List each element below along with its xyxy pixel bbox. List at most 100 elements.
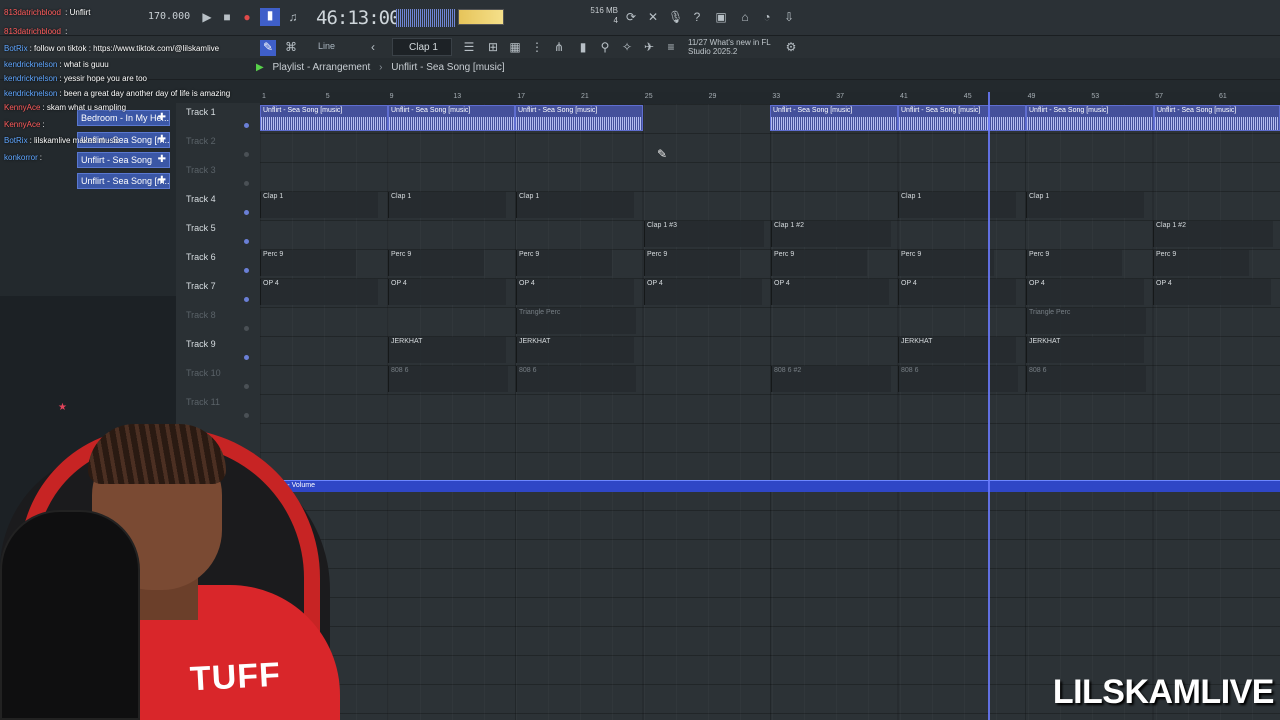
pattern-clip[interactable]: Perc 9 <box>260 250 356 276</box>
download-icon[interactable]: ⇩ <box>782 10 796 24</box>
chat-icon[interactable]: ◔ <box>760 10 774 24</box>
mixer-icon[interactable]: ⊞ <box>486 40 500 54</box>
save-icon[interactable]: ▣ <box>714 10 728 24</box>
track-mute-toggle[interactable] <box>244 268 249 273</box>
pattern-clip[interactable]: Clap 1 <box>516 192 634 218</box>
pattern-clip[interactable]: Perc 9 <box>771 250 867 276</box>
close-icon[interactable]: ✕ <box>646 10 660 24</box>
track-name[interactable]: Track 7 <box>186 281 216 291</box>
pattern-clip[interactable]: OP 4 <box>1026 279 1144 305</box>
pattern-clip[interactable]: OP 4 <box>771 279 889 305</box>
waveform <box>261 117 387 130</box>
audio-clip[interactable]: Unflirt - Sea Song [music] <box>388 105 515 131</box>
pattern-clip[interactable]: 808 6 <box>516 366 636 392</box>
track-mute-toggle[interactable] <box>244 355 249 360</box>
magnet-icon[interactable]: ⌘ <box>284 40 298 54</box>
track-name[interactable]: Track 8 <box>186 310 216 320</box>
pattern-clip[interactable]: OP 4 <box>516 279 634 305</box>
chat-username[interactable]: konkorror <box>4 153 38 162</box>
chat-username[interactable]: KennyAce <box>4 103 40 112</box>
audio-clip[interactable]: Unflirt - Sea Song [music] <box>898 105 1026 131</box>
browser-icon[interactable]: ⋔ <box>552 40 566 54</box>
playhead[interactable] <box>988 92 990 720</box>
pattern-clip[interactable]: Perc 9 <box>898 250 994 276</box>
chat-username[interactable]: BotRix <box>4 44 28 53</box>
pattern-clip[interactable]: Perc 9 <box>388 250 484 276</box>
track-mute-toggle[interactable] <box>244 384 249 389</box>
track-name[interactable]: Track 5 <box>186 223 216 233</box>
audio-clip[interactable]: Unflirt - Sea Song [music] <box>770 105 898 131</box>
wand-icon[interactable]: ✧ <box>620 40 634 54</box>
chat-username[interactable]: KennyAce <box>4 120 40 129</box>
pattern-clip[interactable]: 808 6 #2 <box>771 366 891 392</box>
chat-username[interactable]: BotRix <box>4 136 28 145</box>
pattern-clip[interactable]: Clap 1 #3 <box>644 221 764 247</box>
link-icon[interactable]: ✈ <box>642 40 656 54</box>
timeline-ruler[interactable]: 1 5 9 13 17 21 25 29 33 37 41 45 49 53 57 61 <box>260 92 1280 104</box>
play-arrow-icon[interactable]: ▶ <box>256 62 264 73</box>
pattern-clip[interactable]: JERKHAT <box>1026 337 1144 363</box>
pattern-song-toggle[interactable]: ▮ <box>260 8 280 26</box>
refresh-icon[interactable]: ⟳ <box>624 10 638 24</box>
track-mute-toggle[interactable] <box>244 210 249 215</box>
pattern-clip[interactable]: Clap 1 <box>260 192 378 218</box>
track-name[interactable]: Track 9 <box>186 339 216 349</box>
chat-username[interactable]: 813datrichblood <box>4 27 61 36</box>
menu-icon[interactable]: ≡ <box>664 40 678 54</box>
news-panel[interactable]: 11/27 What's new in FL Studio 2025.2 <box>688 38 778 56</box>
pattern-selector[interactable]: Clap 1 <box>392 38 452 56</box>
mic-icon[interactable]: 🎙 <box>668 10 683 24</box>
pattern-clip[interactable]: 808 6 <box>898 366 1018 392</box>
track-name[interactable]: Track 6 <box>186 252 216 262</box>
pattern-clip[interactable]: JERKHAT <box>898 337 1016 363</box>
track-mute-toggle[interactable] <box>244 297 249 302</box>
pattern-clip[interactable]: Triangle Perc <box>1026 308 1146 334</box>
pattern-clip[interactable]: Clap 1 #2 <box>771 221 891 247</box>
playlist-grid[interactable]: Unflirt - Sea Song [music] Unflirt - Sea … <box>260 104 1280 720</box>
pattern-clip[interactable]: 808 6 <box>1026 366 1146 392</box>
pattern-clip[interactable]: Triangle Perc <box>516 308 636 334</box>
pattern-clip[interactable]: Perc 9 <box>1026 250 1122 276</box>
metronome-icon[interactable]: ♫ <box>286 10 300 24</box>
pattern-clip[interactable]: Clap 1 #2 <box>1153 221 1273 247</box>
plug-icon[interactable]: ⚲ <box>598 40 612 54</box>
audio-clip[interactable]: Unflirt - Sea Song [music] <box>1154 105 1280 131</box>
pattern-clip[interactable]: Perc 9 <box>644 250 740 276</box>
pattern-clip[interactable]: Clap 1 <box>1026 192 1144 218</box>
prev-pattern-icon[interactable]: ‹ <box>366 40 380 54</box>
snap-selector[interactable]: Line <box>318 41 335 51</box>
piano-roll-icon[interactable]: ▦ <box>508 40 522 54</box>
track-name[interactable]: Track 10 <box>186 368 221 378</box>
settings-icon[interactable]: ⚙ <box>784 40 798 54</box>
track-mute-toggle[interactable] <box>244 239 249 244</box>
pattern-clip[interactable]: OP 4 <box>644 279 762 305</box>
pattern-clip[interactable]: JERKHAT <box>516 337 634 363</box>
pattern-clip[interactable]: OP 4 <box>898 279 1016 305</box>
draw-tool-icon[interactable]: ✎ <box>260 40 276 56</box>
pattern-clip[interactable]: 808 6 <box>388 366 508 392</box>
track-mute-toggle[interactable] <box>244 326 249 331</box>
pattern-clip[interactable]: OP 4 <box>388 279 506 305</box>
master-volume-meter[interactable] <box>458 9 504 25</box>
pattern-list-icon[interactable]: ☰ <box>462 40 476 54</box>
channel-rack-icon[interactable]: ⋮ <box>530 40 544 54</box>
pattern-clip[interactable]: JERKHAT <box>388 337 506 363</box>
pattern-clip[interactable]: OP 4 <box>1153 279 1271 305</box>
chat-username[interactable]: 813datrichblood <box>4 8 61 17</box>
chat-username[interactable]: kendricknelson <box>4 74 57 83</box>
delete-icon[interactable]: ▮ <box>576 40 590 54</box>
audio-clip[interactable]: Unflirt - Sea Song [music] <box>515 105 643 131</box>
pattern-clip[interactable]: OP 4 <box>260 279 378 305</box>
pattern-clip[interactable]: Perc 9 <box>1153 250 1249 276</box>
audio-clip[interactable]: Unflirt - Sea Song [music] <box>1026 105 1154 131</box>
help-icon[interactable]: ? <box>690 10 704 24</box>
chat-username[interactable]: kendricknelson <box>4 60 57 69</box>
pattern-clip[interactable]: Clap 1 <box>388 192 506 218</box>
chat-username[interactable]: kendricknelson <box>4 89 57 98</box>
plugin-icon[interactable]: ⌂ <box>738 10 752 24</box>
master-volume-automation[interactable]: Master - Volume <box>260 480 1280 492</box>
audio-clip[interactable]: Unflirt - Sea Song [music] <box>260 105 388 131</box>
clip-label: Unflirt - Sea Song [music] <box>263 107 343 114</box>
pattern-clip[interactable]: Perc 9 <box>516 250 612 276</box>
pattern-clip[interactable]: Clap 1 <box>898 192 1016 218</box>
